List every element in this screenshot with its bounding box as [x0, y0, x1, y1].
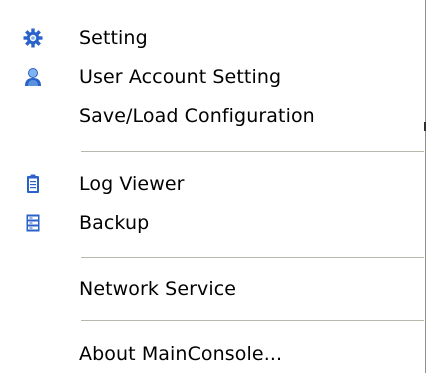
menu-separator	[81, 151, 424, 153]
context-menu: Setting User Account Setting Save/Load C…	[0, 0, 426, 373]
menu-item-setting[interactable]: Setting	[0, 20, 424, 56]
menu-item-label: User Account Setting	[79, 66, 282, 88]
menu-item-backup[interactable]: Backup	[0, 205, 424, 241]
menu-item-save-load-configuration[interactable]: Save/Load Configuration	[0, 98, 424, 134]
menu-item-label: About MainConsole...	[79, 343, 283, 365]
menu-item-label: Log Viewer	[79, 173, 185, 195]
menu-item-label: Setting	[79, 27, 148, 49]
clipboard-icon	[23, 174, 43, 194]
menu-item-network-service[interactable]: Network Service	[0, 271, 424, 307]
menu-item-label: Backup	[79, 212, 150, 234]
menu-item-label: Network Service	[79, 278, 237, 300]
user-icon	[23, 67, 43, 87]
menu-separator	[81, 320, 424, 322]
menu-item-about-mainconsole[interactable]: About MainConsole...	[0, 336, 424, 372]
menu-item-user-account-setting[interactable]: User Account Setting	[0, 59, 424, 95]
menu-item-label: Save/Load Configuration	[79, 105, 315, 127]
gear-icon	[23, 28, 43, 48]
submenu-marker	[424, 122, 426, 131]
menu-separator	[81, 257, 424, 259]
menu-item-log-viewer[interactable]: Log Viewer	[0, 166, 424, 202]
backup-icon	[23, 213, 43, 233]
